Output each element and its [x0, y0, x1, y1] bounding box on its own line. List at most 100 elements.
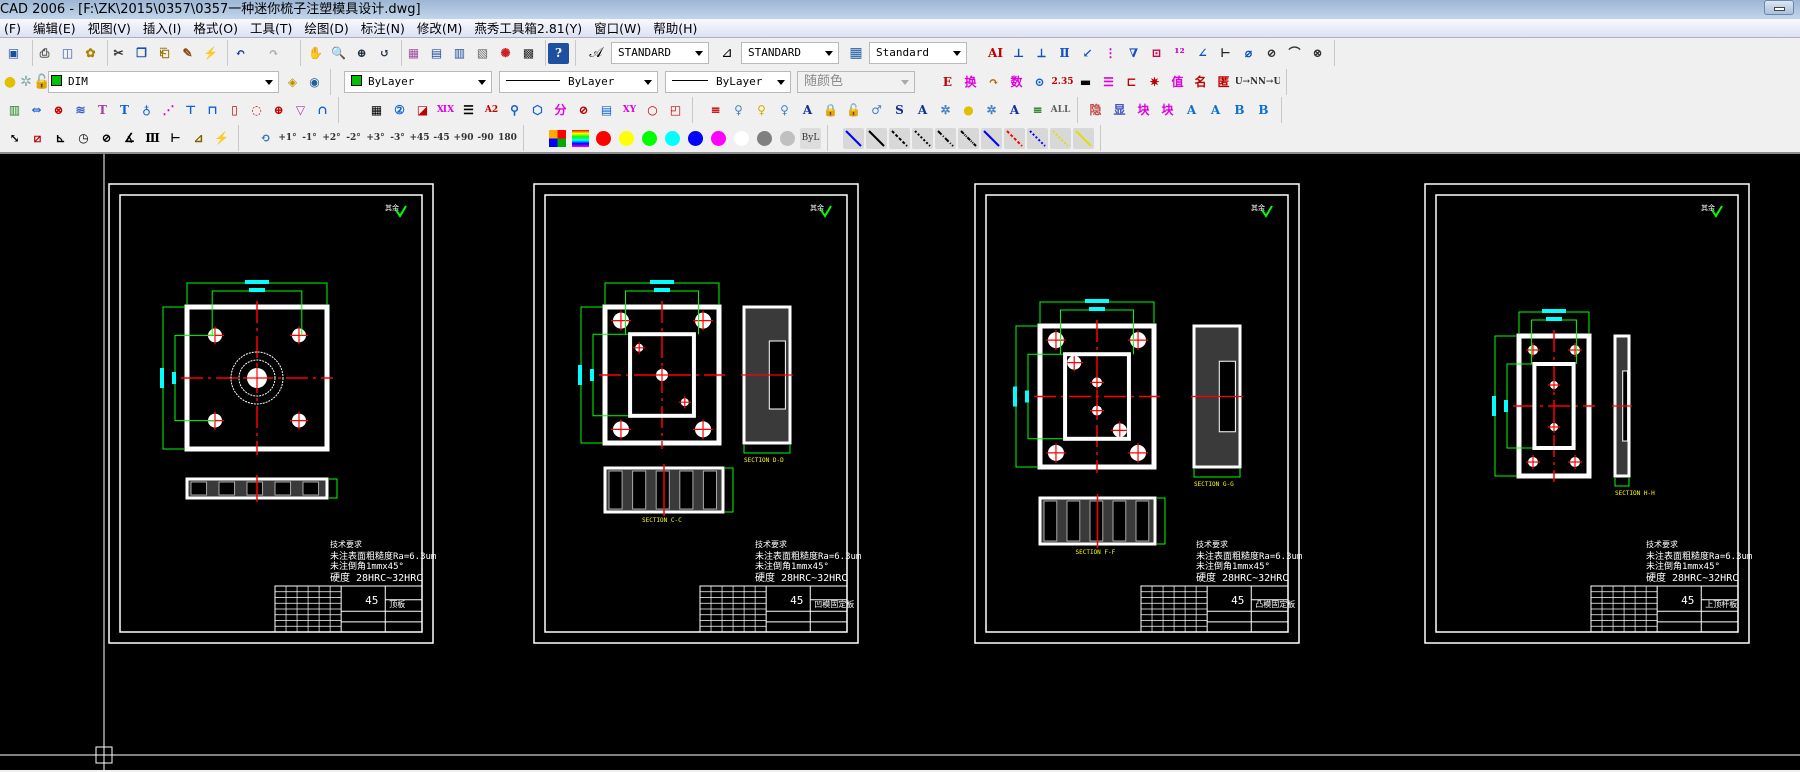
b-bulb-on-icon[interactable]: B: [1253, 100, 1274, 121]
dim-text-icon[interactable]: AI: [985, 43, 1006, 64]
dim-space-icon[interactable]: ⊢: [165, 128, 186, 149]
layer-off-icon[interactable]: ♀: [728, 100, 749, 121]
dim-style-dropdown[interactable]: STANDARD: [741, 42, 839, 64]
rotate-plus-3-icon[interactable]: +3°: [365, 128, 386, 149]
linetype-dashed-box-icon[interactable]: [843, 127, 864, 149]
color-gradient-button[interactable]: [570, 128, 591, 149]
snap-circle-icon[interactable]: ⊙: [1029, 72, 1050, 93]
drawing-canvas[interactable]: 其余 技术要求 未注表面粗糙度Ra=6.3um 未注倒角1mmx45° 硬度 28HRC…: [0, 152, 1800, 772]
menu-item[interactable]: 工具(T): [246, 19, 300, 38]
layer-strip-icon[interactable]: ▬: [1075, 72, 1096, 93]
dim-radius-circle-icon[interactable]: ◷: [73, 128, 94, 149]
cooling-icon[interactable]: ⋰: [158, 100, 179, 121]
stop-pin-icon[interactable]: ⊓: [202, 100, 223, 121]
all-dim-icon[interactable]: ALL: [1050, 100, 1071, 121]
color-blue-button[interactable]: [685, 128, 706, 149]
linetype-dashed-icon[interactable]: [889, 127, 910, 149]
dim-style-icon[interactable]: ⊿: [717, 43, 737, 63]
block-hide-icon[interactable]: 块: [1133, 100, 1154, 121]
menu-item[interactable]: 标注(N): [357, 19, 413, 38]
dim-continue-icon[interactable]: Ⅲ: [142, 128, 163, 149]
dim-tolerance-icon[interactable]: ∇: [1123, 43, 1144, 64]
rotate-minus-45-icon[interactable]: -45: [431, 128, 452, 149]
corner-icon[interactable]: ◰: [665, 100, 686, 121]
dim-ordinate-xy-icon[interactable]: ⊾: [50, 128, 71, 149]
linetype-blue-dashed-icon[interactable]: [1027, 127, 1048, 149]
layer-isolate-icon[interactable]: ♀: [774, 100, 795, 121]
layer-on-icon[interactable]: ♀: [751, 100, 772, 121]
cut-icon[interactable]: ✂: [108, 43, 129, 64]
rotate-plus-90-icon[interactable]: +90: [453, 128, 474, 149]
support-pillar-icon[interactable]: ⊤: [180, 100, 201, 121]
dim-coordinate-icon[interactable]: ⊡: [1146, 43, 1167, 64]
decimal-precision-icon[interactable]: 2.35: [1052, 72, 1073, 93]
sprue-icon[interactable]: ⊗: [48, 100, 69, 121]
rotate-text-icon[interactable]: ⟲: [255, 128, 276, 149]
linetype-blue-icon[interactable]: [981, 127, 1002, 149]
linetype-red-dashed-icon[interactable]: [1004, 127, 1025, 149]
copy-icon[interactable]: ❐: [131, 43, 152, 64]
spring-icon[interactable]: ≋: [70, 100, 91, 121]
guide-pillar-icon[interactable]: ⇔: [26, 100, 47, 121]
layer-dropdown[interactable]: DIM: [48, 71, 279, 93]
minimize-button[interactable]: [1764, 0, 1794, 15]
print-icon[interactable]: ⎙: [34, 43, 55, 64]
dim-diameter-circle-icon[interactable]: ⊘: [96, 128, 117, 149]
rotate-minus-90-icon[interactable]: -90: [475, 128, 496, 149]
color-white-button[interactable]: [731, 128, 752, 149]
table-style-icon[interactable]: ▦: [846, 43, 866, 63]
n-to-u-icon[interactable]: N→U: [1259, 72, 1280, 93]
convert-icon[interactable]: 换: [960, 72, 981, 93]
b-bulb-off-icon[interactable]: B: [1229, 100, 1250, 121]
dim-edit-icon[interactable]: ⊗: [1307, 43, 1328, 64]
s-layer-icon[interactable]: S: [889, 100, 910, 121]
a-bulb-off-icon[interactable]: A: [1181, 100, 1202, 121]
balloon-icon[interactable]: ②: [389, 100, 410, 121]
name-block-icon[interactable]: 名: [1190, 72, 1211, 93]
bom-icon[interactable]: ▤: [596, 100, 617, 121]
hole-table-icon[interactable]: ⅪⅩ: [435, 100, 456, 121]
hole-list-icon[interactable]: ○: [642, 100, 663, 121]
redo-icon[interactable]: ↷: [263, 43, 284, 64]
dim-aligned-icon[interactable]: ⤡: [4, 128, 25, 149]
color-red-button[interactable]: [593, 128, 614, 149]
u-to-n-icon[interactable]: U→N: [1236, 72, 1257, 93]
countersunk-screw-icon[interactable]: ▽: [290, 100, 311, 121]
dim-leader-icon[interactable]: ↙: [1077, 43, 1098, 64]
dim-radius-icon[interactable]: ⊘: [1261, 43, 1282, 64]
xy-coordinate-icon[interactable]: XY: [619, 100, 640, 121]
linetype-center-icon[interactable]: [935, 127, 956, 149]
ejector-sleeve-icon[interactable]: ♁: [136, 100, 157, 121]
replace-text-icon[interactable]: E: [937, 72, 958, 93]
view-zoom-icon[interactable]: ◪: [412, 100, 433, 121]
paste-icon[interactable]: ⎗: [154, 43, 175, 64]
color-bars-icon[interactable]: ☰: [1098, 72, 1119, 93]
dim-angular-icon[interactable]: ∡: [119, 128, 140, 149]
linetype-yellow-icon[interactable]: [1073, 127, 1094, 149]
menu-item[interactable]: 视图(V): [84, 19, 139, 38]
mold-base-icon[interactable]: ▥: [4, 100, 25, 121]
quickcalc-icon[interactable]: ▩: [518, 43, 539, 64]
linetype-yellow-dashed-icon[interactable]: [1050, 127, 1071, 149]
lineweight-dropdown[interactable]: ByLayer: [665, 71, 791, 93]
linetype-dropdown[interactable]: ByLayer: [499, 71, 658, 93]
zoom-previous-icon[interactable]: ↺: [374, 43, 395, 64]
layer-unlock-icon[interactable]: 🔓: [843, 100, 864, 121]
layer-manager-icon[interactable]: ≡: [705, 100, 726, 121]
dim-text-edit-icon[interactable]: ⚡: [211, 128, 232, 149]
rotate-plus-45-icon[interactable]: +45: [409, 128, 430, 149]
gate-icon[interactable]: ◌: [246, 100, 267, 121]
screw-icon[interactable]: T: [92, 100, 113, 121]
tool-palettes-icon[interactable]: ▥: [449, 43, 470, 64]
linetype-continuous-icon[interactable]: [866, 127, 887, 149]
zoom-realtime-icon[interactable]: 🔍: [328, 43, 349, 64]
markup-icon[interactable]: ✺: [495, 43, 516, 64]
linetype-hidden-icon[interactable]: [912, 127, 933, 149]
layer-thaw-icon[interactable]: ●: [958, 100, 979, 121]
layer-merge-icon[interactable]: ✲: [981, 100, 1002, 121]
text-layer-off-icon[interactable]: A: [797, 100, 818, 121]
layer-stack-icon[interactable]: ≡: [1027, 100, 1048, 121]
layer-walk-icon[interactable]: ♂: [866, 100, 887, 121]
layer-lock-icon[interactable]: 🔒: [820, 100, 841, 121]
table-icon[interactable]: ▦: [366, 100, 387, 121]
